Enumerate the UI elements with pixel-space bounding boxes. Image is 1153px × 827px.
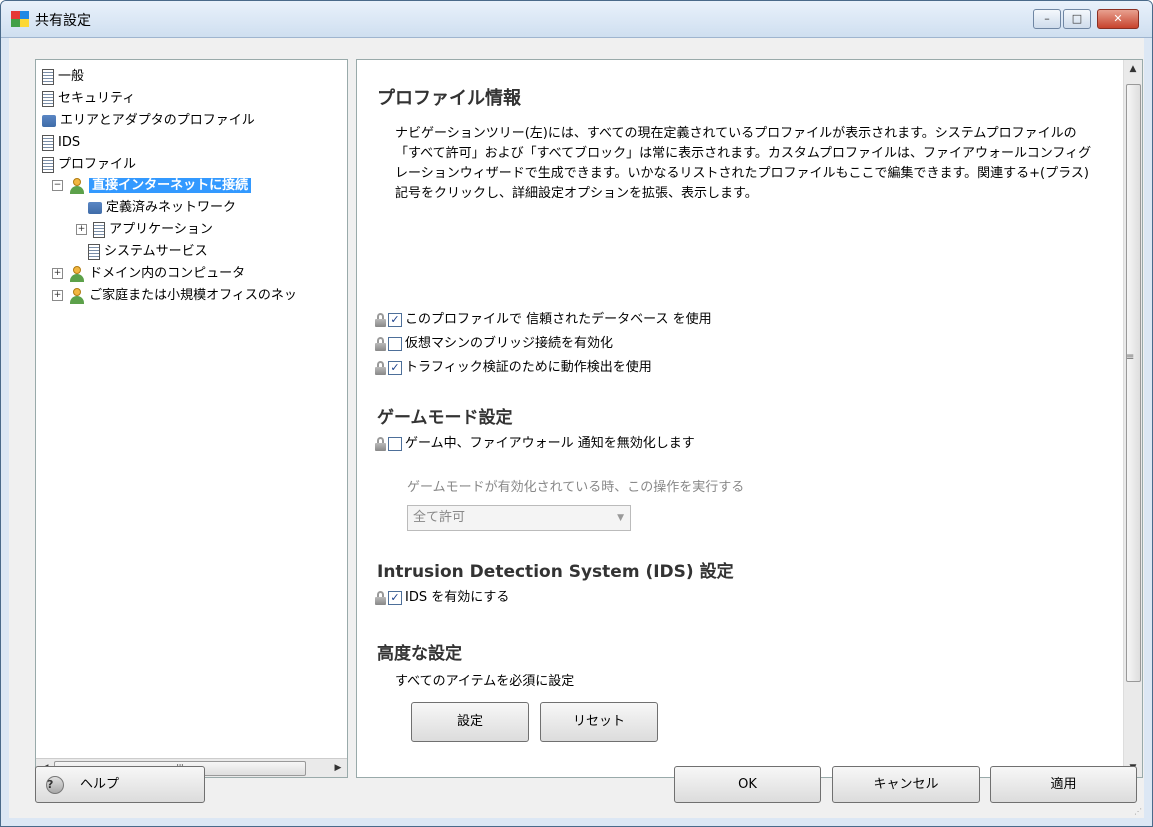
tree-item-security[interactable]: セキュリティ <box>42 88 135 109</box>
option-behavior-detection[interactable]: ✓ トラフィック検証のために動作検出を使用 <box>375 358 652 378</box>
tree-item-applications[interactable]: + アプリケーション <box>76 219 213 240</box>
content-vertical-scrollbar[interactable]: ▲ ≡ ▼ <box>1123 60 1142 777</box>
tree-item-ids[interactable]: IDS <box>42 132 80 153</box>
doc-icon <box>42 90 54 107</box>
settings-window: 共有設定 – □ ✕ 一般 セキュリティ エリアとアダプタのプロファイル IDS… <box>0 0 1153 827</box>
scrollbar-thumb[interactable] <box>1126 84 1141 682</box>
collapse-icon[interactable]: − <box>52 180 63 191</box>
checkbox-checked[interactable]: ✓ <box>388 590 402 605</box>
network-icon <box>88 201 102 214</box>
doc-icon <box>42 156 54 173</box>
lock-icon[interactable] <box>375 336 386 351</box>
lock-icon[interactable] <box>375 436 386 451</box>
lock-icon[interactable] <box>375 360 386 375</box>
tree-item-direct-internet[interactable]: − 直接インターネットに接続 <box>52 175 252 196</box>
scrollbar-grip-icon: ≡ <box>1126 352 1135 363</box>
reset-button[interactable]: リセット <box>540 702 658 742</box>
scroll-right-icon[interactable]: ▶ <box>331 761 345 775</box>
help-icon: ? <box>46 775 64 794</box>
navigation-tree[interactable]: 一般 セキュリティ エリアとアダプタのプロファイル IDS プロファイル − 直… <box>35 59 348 778</box>
scroll-up-icon[interactable]: ▲ <box>1126 64 1140 74</box>
apply-button[interactable]: 適用 <box>990 766 1137 803</box>
person-icon <box>69 177 85 194</box>
close-button[interactable]: ✕ <box>1097 9 1139 29</box>
ok-button[interactable]: OK <box>674 766 821 803</box>
option-enable-ids[interactable]: ✓ IDS を有効にする <box>375 588 509 608</box>
checkbox-unchecked[interactable] <box>388 336 402 351</box>
dropdown-arrow-icon: ▼ <box>617 513 624 523</box>
lock-icon[interactable] <box>375 312 386 327</box>
expand-icon[interactable]: + <box>52 290 63 301</box>
doc-icon <box>42 134 54 151</box>
title-bar[interactable]: 共有設定 – □ ✕ <box>1 1 1152 38</box>
settings-button[interactable]: 設定 <box>411 702 529 742</box>
checkbox-checked[interactable]: ✓ <box>388 312 402 327</box>
checkbox-checked[interactable]: ✓ <box>388 360 402 375</box>
option-vm-bridge[interactable]: 仮想マシンのブリッジ接続を有効化 <box>375 334 613 354</box>
doc-icon <box>88 243 100 260</box>
expand-icon[interactable]: + <box>52 268 63 279</box>
resize-grip-icon[interactable]: ⋰ <box>1134 807 1142 816</box>
help-button[interactable]: ? ヘルプ <box>35 766 205 803</box>
avg-logo-icon <box>11 11 29 27</box>
dialog-body: 一般 セキュリティ エリアとアダプタのプロファイル IDS プロファイル − 直… <box>9 38 1144 818</box>
game-mode-action-label: ゲームモードが有効化されている時、この操作を実行する <box>407 480 745 495</box>
content-panel: プロファイル情報 ナビゲーションツリー(左)には、すべての現在定義されているプロ… <box>356 59 1143 778</box>
tree-item-general[interactable]: 一般 <box>42 66 84 87</box>
minimize-button[interactable]: – <box>1033 9 1061 29</box>
page-title: プロファイル情報 <box>377 88 521 109</box>
person-icon <box>69 287 85 304</box>
tree-item-area-adapter-profiles[interactable]: エリアとアダプタのプロファイル <box>42 110 255 131</box>
tree-item-system-services[interactable]: システムサービス <box>88 241 208 262</box>
game-mode-action-select[interactable]: 全て許可 ▼ <box>407 505 631 531</box>
expand-icon[interactable]: + <box>76 224 87 235</box>
tree-item-domain-computers[interactable]: + ドメイン内のコンピュータ <box>52 263 245 284</box>
doc-icon <box>93 221 106 238</box>
description-text: ナビゲーションツリー(左)には、すべての現在定義されているプロファイルが表示され… <box>395 126 1092 201</box>
option-trusted-database[interactable]: ✓ このプロファイルで 信頼されたデータベース を使用 <box>375 310 712 330</box>
option-game-mode-notifications[interactable]: ゲーム中、ファイアウォール 通知を無効化します <box>375 434 695 454</box>
game-mode-heading: ゲームモード設定 <box>377 408 513 428</box>
lock-icon[interactable] <box>375 590 386 605</box>
advanced-text: すべてのアイテムを必須に設定 <box>395 674 575 689</box>
person-icon <box>69 265 85 282</box>
advanced-heading: 高度な設定 <box>377 644 462 664</box>
tree-item-profiles[interactable]: プロファイル <box>42 154 136 175</box>
doc-icon <box>42 68 54 85</box>
tree-item-home-office-network[interactable]: + ご家庭または小規模オフィスのネッ <box>52 285 297 306</box>
window-title: 共有設定 <box>35 13 91 29</box>
checkbox-unchecked[interactable] <box>388 436 402 451</box>
cancel-button[interactable]: キャンセル <box>832 766 980 803</box>
maximize-button[interactable]: □ <box>1063 9 1091 29</box>
selected-label: 直接インターネットに接続 <box>89 178 252 193</box>
tree-item-defined-networks[interactable]: 定義済みネットワーク <box>88 197 236 218</box>
network-icon <box>42 114 56 127</box>
ids-heading: Intrusion Detection System (IDS) 設定 <box>377 562 734 582</box>
